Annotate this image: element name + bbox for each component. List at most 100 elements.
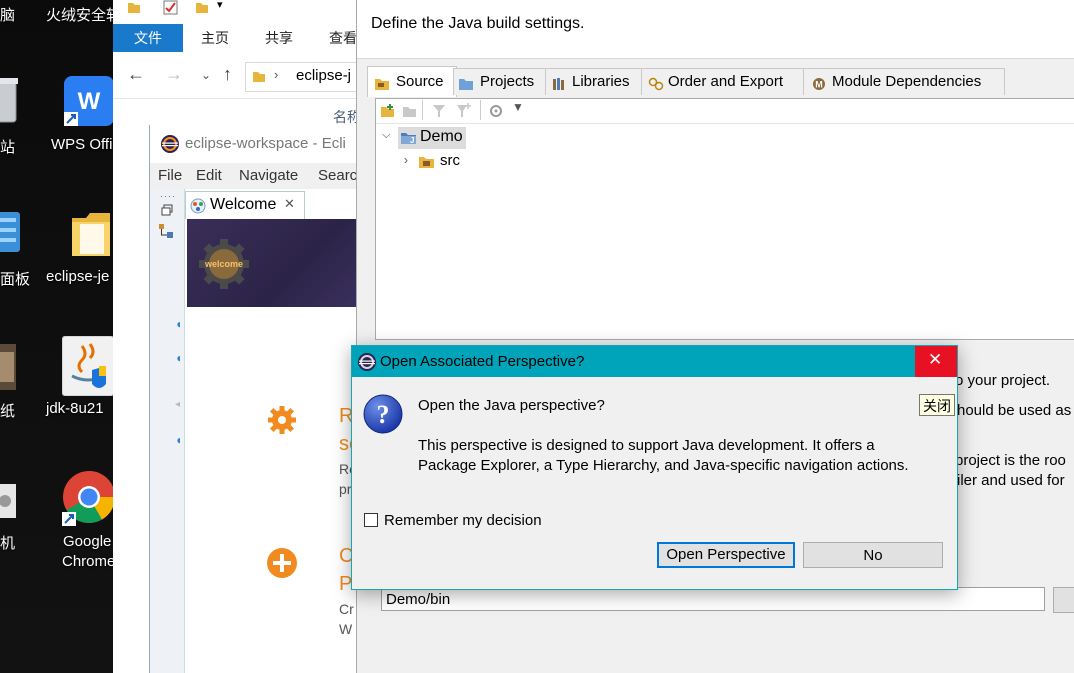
open-perspective-dialog: Open Associated Perspective? ✕ ? Open th… <box>351 345 958 590</box>
jdk-installer-icon[interactable] <box>61 335 113 397</box>
desktop-label-this-pc[interactable]: 脑 <box>0 4 15 25</box>
tab-source[interactable]: Source <box>367 66 457 97</box>
new-folder-icon[interactable] <box>195 0 209 17</box>
desktop-label-machine[interactable]: 机 <box>0 532 15 553</box>
desktop-label-jdk[interactable]: jdk-8u21 <box>46 400 104 417</box>
tab-projects-label: Projects <box>480 73 535 90</box>
folder-icon <box>252 69 266 86</box>
google-chrome-icon[interactable] <box>62 470 113 526</box>
recycle-bin-icon[interactable] <box>0 76 20 126</box>
view-menu-chevron-icon[interactable]: ▼ <box>512 100 524 114</box>
ribbon-tab-home[interactable]: 主页 <box>191 24 239 52</box>
description-fragment: o your project. <box>955 372 1051 389</box>
svg-text:M: M <box>815 80 823 90</box>
eclipse-title-bar[interactable]: eclipse-workspace - Ecli <box>150 125 364 163</box>
back-arrow-icon[interactable]: ← <box>127 64 145 85</box>
expand-chevron-right-icon[interactable]: › <box>404 153 408 167</box>
add-folder-icon[interactable] <box>380 103 396 122</box>
wallpaper-icon[interactable] <box>0 344 18 392</box>
tab-module-dependencies[interactable]: M Module Dependencies <box>803 68 1005 95</box>
wps-office-icon[interactable]: W <box>64 76 113 126</box>
forward-arrow-icon[interactable]: → <box>165 64 183 85</box>
close-tab-icon[interactable]: ✕ <box>284 196 295 212</box>
recent-locations-chevron-icon[interactable]: ⌄ <box>201 68 211 82</box>
header-description: Define the Java build settings. <box>371 15 585 32</box>
hierarchy-view-icon[interactable] <box>158 223 174 242</box>
welcome-content: welcome ◖ ◖ ◂ ◖ R se Re pr C P Cr W <box>175 219 364 673</box>
nav-bullet-icon: ◖ <box>175 317 183 331</box>
welcome-gear-logo: welcome <box>197 237 251 291</box>
description-fragment: iler and used for <box>957 472 1065 489</box>
desktop-label-google[interactable]: Google <box>63 533 111 550</box>
tab-welcome[interactable]: Welcome ✕ <box>185 191 305 220</box>
source-folder-icon <box>374 74 390 100</box>
dialog-title: Open Associated Perspective? <box>380 353 585 370</box>
default-output-folder-input[interactable]: Demo/bin <box>381 587 1045 611</box>
tree-toolbar: ▼ <box>376 99 1074 124</box>
browse-button[interactable] <box>1053 587 1074 613</box>
desktop-label-chrome[interactable]: Chrome <box>62 553 113 570</box>
close-icon: ✕ <box>928 350 943 369</box>
desktop-label-huorong[interactable]: 火绒安全软 <box>46 4 113 25</box>
open-perspective-button[interactable]: Open Perspective <box>657 542 795 568</box>
ribbon-tab-file[interactable]: 文件 <box>113 24 183 52</box>
tab-order-export[interactable]: Order and Export <box>641 68 807 95</box>
ribbon-tabs: 文件 主页 共享 查看 <box>113 24 363 52</box>
svg-text:?: ? <box>377 400 390 429</box>
address-bar-area: ← → ⌄ ↑ › eclipse-j <box>113 56 363 99</box>
svg-text:W: W <box>78 88 101 115</box>
address-input[interactable]: › eclipse-j <box>245 62 363 92</box>
tree-row-project[interactable]: J Demo <box>398 127 466 149</box>
tab-source-label: Source <box>396 73 444 90</box>
eclipse-window: eclipse-workspace - Ecli File Edit Navig… <box>149 125 364 673</box>
welcome-tab-label: Welcome <box>210 196 277 213</box>
link-folder-icon[interactable] <box>402 103 418 122</box>
folder-icon[interactable] <box>70 208 112 260</box>
dialog-title-bar[interactable]: Open Associated Perspective? ✕ <box>352 346 957 377</box>
configure-icon[interactable] <box>488 103 504 122</box>
java-project-icon: J <box>400 130 418 149</box>
package-folder-icon <box>418 154 436 173</box>
welcome-item-desc: pr <box>339 481 352 497</box>
up-arrow-icon[interactable]: ↑ <box>223 64 232 85</box>
dialog-body-line: This perspective is designed to support … <box>418 437 875 454</box>
desktop-label-recycle[interactable]: 站 <box>0 136 15 157</box>
dialog-header: Define the Java build settings. <box>357 0 1074 59</box>
review-settings-gear-icon[interactable] <box>267 405 297 435</box>
filter-add-icon[interactable] <box>456 103 472 122</box>
customize-toolbar-icon[interactable]: ▾ <box>217 0 223 11</box>
close-button[interactable]: ✕ <box>915 346 957 377</box>
toolbar-divider <box>480 100 481 120</box>
remember-decision-label[interactable]: Remember my decision <box>384 512 542 529</box>
menu-edit[interactable]: Edit <box>196 167 222 184</box>
desktop-label-wps[interactable]: WPS Offi <box>51 136 112 153</box>
desktop-label-control-panel[interactable]: 面板 <box>0 268 30 289</box>
eclipse-logo-icon <box>160 134 180 157</box>
desktop-label-eclipse-folder[interactable]: eclipse-je <box>46 268 109 285</box>
settings-app-icon[interactable] <box>0 484 18 520</box>
ribbon-tab-share[interactable]: 共享 <box>255 24 303 52</box>
expand-chevron-down-icon[interactable]: ⌵ <box>382 129 390 142</box>
drag-handle-icon[interactable]: ···· <box>160 191 176 201</box>
tab-libraries[interactable]: Libraries <box>545 68 645 95</box>
tab-module-dependencies-label: Module Dependencies <box>832 73 982 90</box>
control-panel-icon[interactable] <box>0 212 22 254</box>
nav-bullet-icon: ◂ <box>175 399 181 410</box>
remember-decision-checkbox[interactable] <box>364 513 378 527</box>
menu-navigate[interactable]: Navigate <box>239 167 298 184</box>
desktop-label-wallpaper[interactable]: 纸 <box>0 400 15 421</box>
welcome-logo-text: welcome <box>204 259 243 269</box>
no-button[interactable]: No <box>803 542 943 568</box>
build-path-tabs: Source Projects Libraries Order and Expo… <box>367 66 1074 97</box>
source-folder-tree[interactable]: ▼ ⌵ J Demo › src <box>375 98 1074 340</box>
tree-row-src[interactable]: src <box>418 151 468 173</box>
libraries-icon <box>552 74 566 100</box>
restore-icon[interactable] <box>161 203 173 219</box>
folder-icon[interactable] <box>127 0 141 17</box>
tab-order-export-label: Order and Export <box>668 73 784 90</box>
create-project-plus-icon[interactable] <box>266 547 298 579</box>
filter-icon[interactable] <box>432 103 446 122</box>
properties-icon[interactable] <box>163 0 179 19</box>
menu-file[interactable]: File <box>158 167 182 184</box>
tab-projects[interactable]: Projects <box>453 68 549 95</box>
